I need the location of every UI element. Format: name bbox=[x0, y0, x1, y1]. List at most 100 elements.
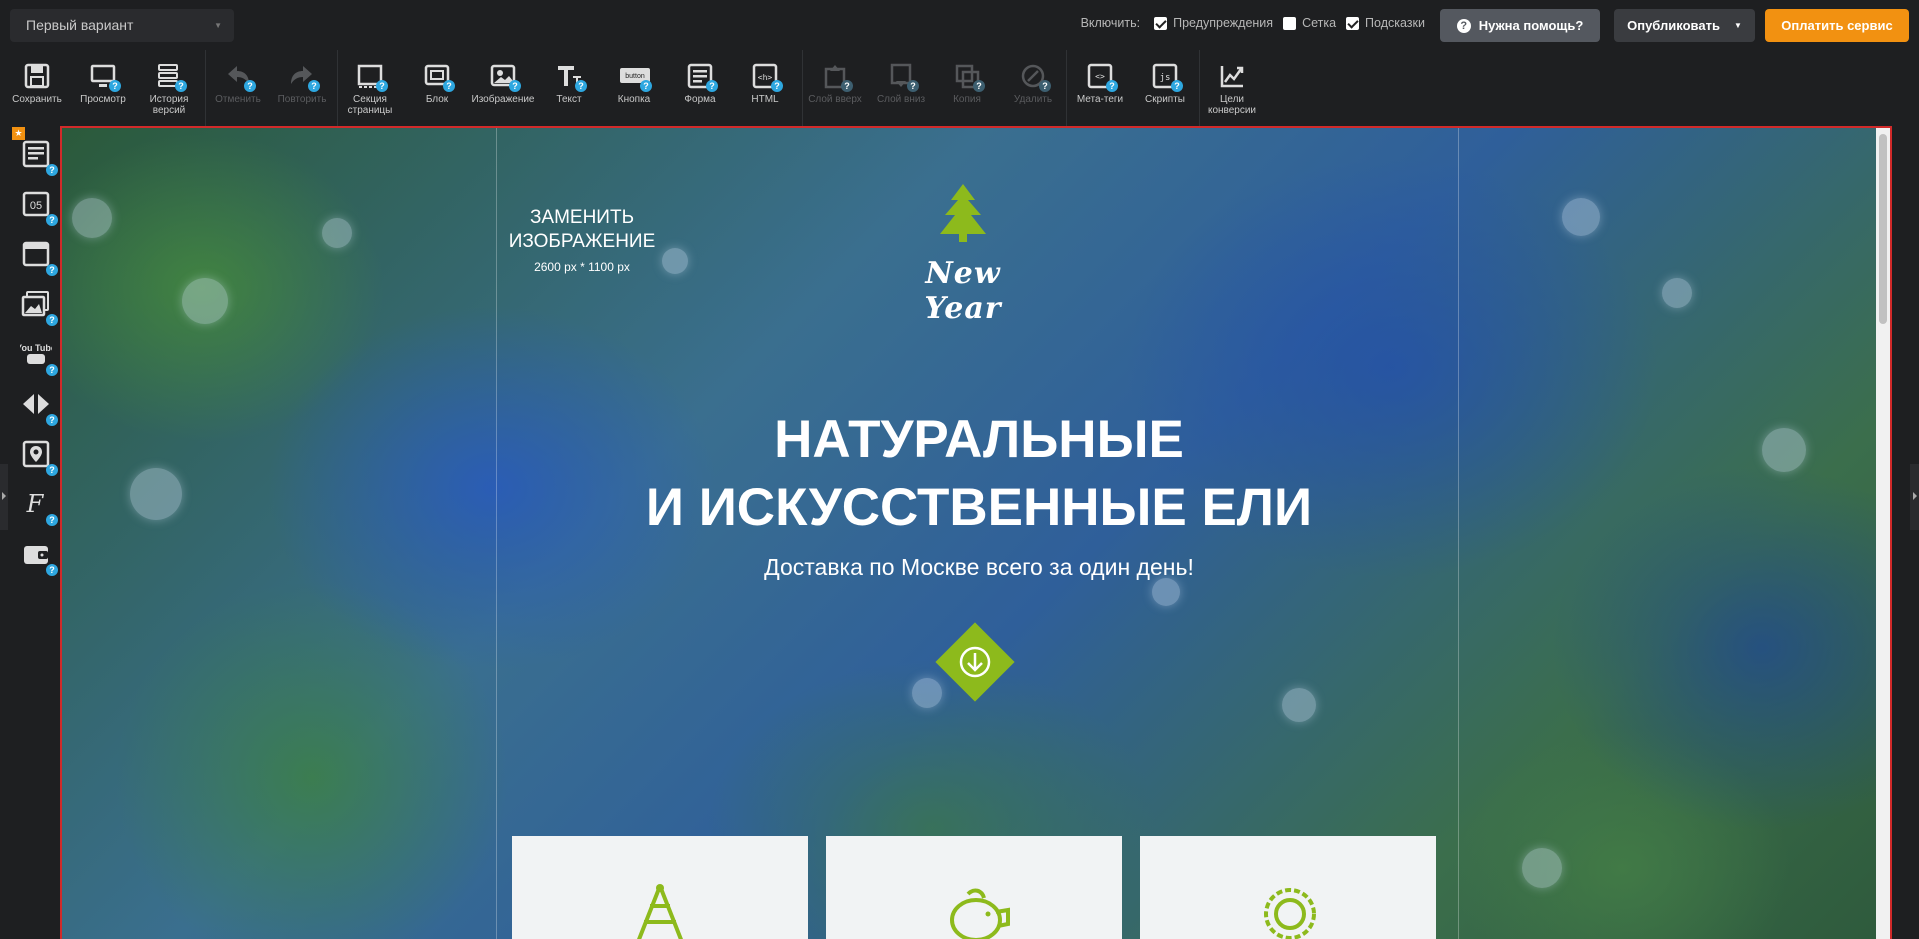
scrollbar-thumb[interactable] bbox=[1879, 134, 1887, 324]
help-badge-icon[interactable]: ? bbox=[46, 364, 58, 376]
help-badge-icon[interactable]: ? bbox=[907, 80, 919, 92]
bokeh-light bbox=[912, 678, 942, 708]
html-label: HTML bbox=[751, 94, 779, 105]
help-badge-icon[interactable]: ? bbox=[1171, 80, 1183, 92]
feature-card[interactable] bbox=[1140, 836, 1436, 939]
help-badge-icon[interactable]: ? bbox=[109, 80, 121, 92]
feature-card[interactable] bbox=[826, 836, 1122, 939]
redo-label: Повторить bbox=[277, 94, 327, 105]
logo: New Year bbox=[898, 182, 1028, 326]
help-badge-icon[interactable]: ? bbox=[841, 80, 853, 92]
sidebar-item-window[interactable]: ? bbox=[20, 238, 58, 276]
block-label: Блок bbox=[425, 94, 449, 105]
layers-icon: ? bbox=[155, 62, 187, 92]
scripts-button[interactable]: js? Скрипты bbox=[1133, 62, 1197, 122]
help-badge-icon[interactable]: ? bbox=[46, 264, 58, 276]
block-button[interactable]: ? Блок bbox=[405, 62, 469, 122]
form-button[interactable]: ? Форма bbox=[668, 62, 732, 122]
layer-up-button[interactable]: ? Слой вверх bbox=[803, 62, 867, 122]
replace-image-title: ЗАМЕНИТЬ ИЗОБРАЖЕНИЕ bbox=[508, 207, 656, 252]
grid-checkbox[interactable]: Сетка bbox=[1283, 16, 1336, 30]
grid-guide-line bbox=[1458, 128, 1459, 939]
replace-image-size: 2600 px * 1100 px bbox=[534, 260, 630, 274]
help-badge-icon[interactable]: ? bbox=[46, 464, 58, 476]
conversion-goals-button[interactable]: Цели конверсии bbox=[1200, 62, 1264, 122]
sidebar-item-timer[interactable]: 05 ? bbox=[20, 188, 58, 226]
redo-button[interactable]: ? Повторить bbox=[270, 62, 334, 122]
help-badge-icon[interactable]: ? bbox=[46, 514, 58, 526]
copy-button[interactable]: ? Копия bbox=[935, 62, 999, 122]
preview-button[interactable]: ? Просмотр bbox=[71, 62, 135, 122]
help-badge-icon[interactable]: ? bbox=[46, 414, 58, 426]
undo-button[interactable]: ? Отменить bbox=[206, 62, 270, 122]
publish-button[interactable]: Опубликовать ▼ bbox=[1614, 9, 1755, 42]
replace-image-hint[interactable]: ЗАМЕНИТЬ ИЗОБРАЖЕНИЕ 2600 px * 1100 px bbox=[492, 206, 672, 274]
warnings-checkbox[interactable]: Предупреждения bbox=[1154, 16, 1273, 30]
star-icon: ★ bbox=[12, 127, 25, 140]
help-button[interactable]: ? Нужна помощь? bbox=[1440, 9, 1600, 42]
question-icon: ? bbox=[1456, 18, 1471, 33]
sidebar-item-fonts[interactable]: F ? bbox=[20, 488, 58, 526]
button-tool[interactable]: button? Кнопка bbox=[602, 62, 666, 122]
help-badge-icon[interactable]: ? bbox=[46, 564, 58, 576]
page-canvas[interactable]: ЗАМЕНИТЬ ИЗОБРАЖЕНИЕ 2600 px * 1100 px N… bbox=[60, 126, 1892, 939]
bokeh-light bbox=[130, 468, 182, 520]
js-file-icon: js? bbox=[1151, 62, 1183, 92]
warnings-label: Предупреждения bbox=[1173, 16, 1274, 30]
sidebar-item-content[interactable]: ? bbox=[20, 138, 58, 176]
undo-label: Отменить bbox=[215, 94, 261, 105]
help-badge-icon[interactable]: ? bbox=[771, 80, 783, 92]
help-badge-icon[interactable]: ? bbox=[46, 214, 58, 226]
help-badge-icon[interactable]: ? bbox=[973, 80, 985, 92]
section-label: Секция страницы bbox=[347, 94, 393, 116]
help-badge-icon[interactable]: ? bbox=[1106, 80, 1118, 92]
help-badge-icon[interactable]: ? bbox=[46, 164, 58, 176]
sidebar-item-gallery[interactable]: ? bbox=[20, 288, 58, 326]
image-button[interactable]: ? Изображение bbox=[471, 62, 535, 122]
help-badge-icon[interactable]: ? bbox=[509, 80, 521, 92]
sidebar-item-youtube[interactable]: You Tube ? bbox=[16, 338, 58, 376]
help-badge-icon[interactable]: ? bbox=[640, 80, 652, 92]
bokeh-light bbox=[1522, 848, 1562, 888]
hero-headline[interactable]: НАТУРАЛЬНЫЕ И ИСКУССТВЕННЫЕ ЕЛИ bbox=[502, 406, 1456, 542]
text-button[interactable]: ? Текст bbox=[537, 62, 601, 122]
sidebar-item-map[interactable]: ? bbox=[20, 438, 58, 476]
right-panel-toggle[interactable] bbox=[1910, 464, 1919, 530]
hero-subtitle[interactable]: Доставка по Москве всего за один день! bbox=[502, 554, 1456, 581]
help-badge-icon[interactable]: ? bbox=[443, 80, 455, 92]
hints-checkbox[interactable]: Подсказки bbox=[1346, 16, 1425, 30]
text-icon: ? bbox=[555, 62, 587, 92]
chevron-down-icon: ▼ bbox=[214, 21, 222, 30]
meta-tags-button[interactable]: <>? Мета-теги bbox=[1068, 62, 1132, 122]
canvas-scrollbar[interactable] bbox=[1876, 128, 1890, 939]
help-badge-icon[interactable]: ? bbox=[575, 80, 587, 92]
help-badge-icon[interactable]: ? bbox=[308, 80, 320, 92]
grid-label: Сетка bbox=[1302, 16, 1337, 30]
history-button[interactable]: ? История версий bbox=[137, 62, 201, 122]
pay-service-button[interactable]: Оплатить сервис bbox=[1765, 9, 1909, 42]
checkbox-icon[interactable] bbox=[1346, 16, 1360, 30]
html-button[interactable]: <h>? HTML bbox=[733, 62, 797, 122]
delete-button[interactable]: ? Удалить bbox=[1001, 62, 1065, 122]
sidebar-item-wallet[interactable]: ? bbox=[20, 538, 58, 576]
sidebar-item-slider[interactable]: ? bbox=[20, 388, 58, 426]
variant-select[interactable]: Первый вариант ▼ bbox=[10, 9, 234, 42]
help-badge-icon[interactable]: ? bbox=[376, 80, 388, 92]
bokeh-light bbox=[1282, 688, 1316, 722]
help-badge-icon[interactable]: ? bbox=[244, 80, 256, 92]
chevron-down-icon[interactable]: ▼ bbox=[1734, 21, 1742, 30]
help-badge-icon[interactable]: ? bbox=[175, 80, 187, 92]
copy-icon: ? bbox=[953, 62, 985, 92]
layer-down-button[interactable]: ? Слой вниз bbox=[869, 62, 933, 122]
checkbox-icon[interactable] bbox=[1154, 16, 1168, 30]
save-button[interactable]: Сохранить bbox=[5, 62, 69, 122]
page-section-button[interactable]: ? Секция страницы bbox=[338, 62, 402, 122]
meta-label: Мета-теги bbox=[1076, 94, 1124, 105]
checkbox-icon[interactable] bbox=[1283, 16, 1297, 30]
chart-trend-icon bbox=[1218, 62, 1246, 90]
help-badge-icon[interactable]: ? bbox=[46, 314, 58, 326]
left-panel-toggle[interactable] bbox=[0, 464, 8, 530]
feature-card[interactable] bbox=[512, 836, 808, 939]
help-badge-icon[interactable]: ? bbox=[1039, 80, 1051, 92]
help-badge-icon[interactable]: ? bbox=[706, 80, 718, 92]
